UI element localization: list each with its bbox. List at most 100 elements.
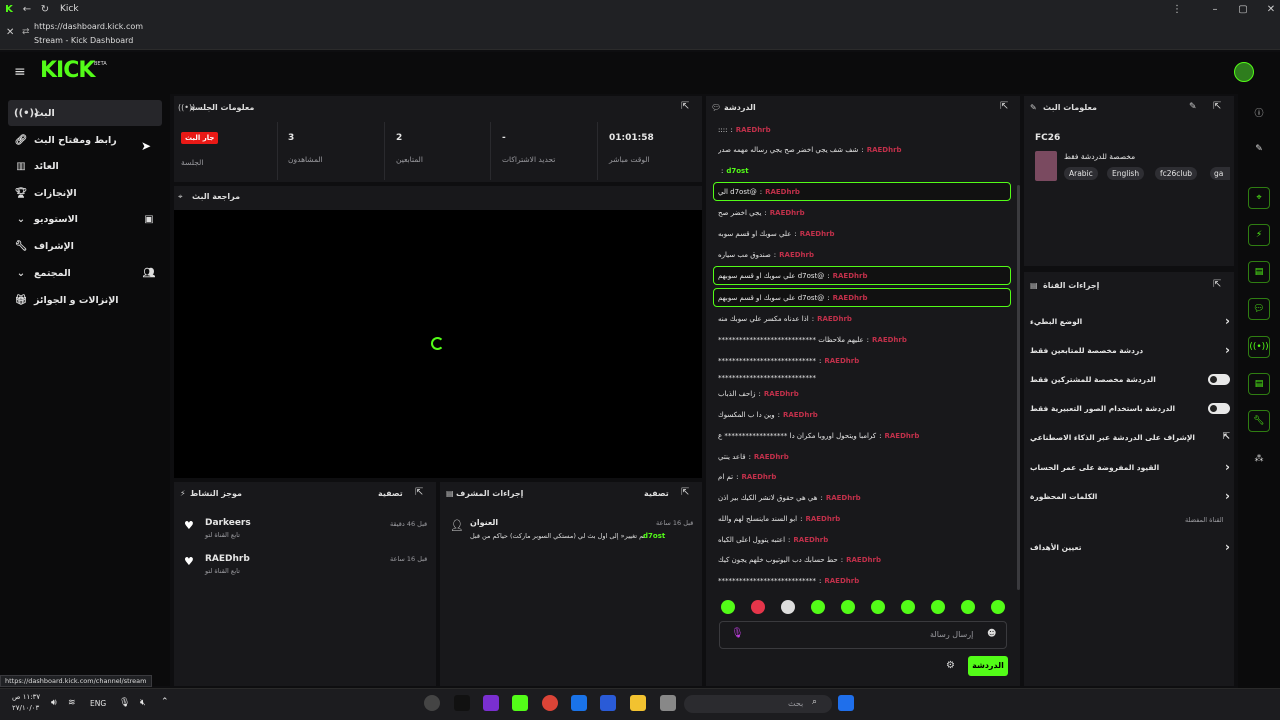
back-icon[interactable]: ← — [18, 4, 36, 15]
avatar[interactable] — [1234, 62, 1254, 82]
mic-icon[interactable]: 🎙︎ — [119, 698, 130, 708]
chat-username[interactable]: RAEDhrb — [824, 577, 859, 585]
chat-message[interactable]: RAEDhrb: زاحف الذباب — [718, 384, 1013, 403]
chat-message[interactable]: RAEDhrb::::: — [718, 120, 1013, 139]
bolt-icon[interactable]: ⚡︎ — [1248, 224, 1270, 246]
menu-dots-icon[interactable]: ⋮ — [1168, 4, 1186, 15]
send-chat-button[interactable]: الدردشة — [968, 656, 1008, 676]
info-icon[interactable]: ⓘ — [1248, 101, 1270, 123]
emote-icon[interactable] — [751, 600, 765, 614]
chevron-right-icon[interactable]: › — [1225, 343, 1230, 357]
chat-icon[interactable]: 💬︎ — [1248, 298, 1270, 320]
chat-message[interactable]: RAEDhrb: كرامبا ويتحول اوروبا مكران دا **… — [718, 426, 1013, 445]
nav-item-stream-key[interactable]: 🔗︎ رابط ومفتاح البث — [8, 127, 162, 153]
edit-icon[interactable]: ✎ — [1248, 138, 1270, 160]
toggle-switch[interactable] — [1208, 373, 1230, 385]
chat-username[interactable]: RAEDhrb — [884, 432, 919, 440]
chat-username[interactable]: RAEDhrb — [846, 556, 881, 564]
nav-item-moderation[interactable]: 🔧︎ الإشراف — [8, 233, 162, 259]
tag[interactable]: Arabic — [1064, 167, 1098, 180]
chat-username[interactable]: RAEDhrb — [833, 294, 868, 302]
chat-message[interactable]: RAEDhrb: @d7ost الي — [713, 182, 1011, 201]
windows-start-icon[interactable] — [838, 695, 854, 711]
mail-icon[interactable] — [571, 695, 587, 711]
channel-action-row[interactable]: الدردشة مخصصة للمشتركين فقط — [1030, 369, 1230, 389]
chat-message[interactable]: RAEDhrb: حط حسابك دب اليوتيوب خلهم يجون ك… — [718, 550, 1013, 569]
nav-item-revenue[interactable]: ▥ العائد — [8, 153, 162, 179]
chat-username[interactable]: RAEDhrb — [770, 209, 805, 217]
chat-message[interactable]: RAEDhrb: ابو السند ماينسلح لهم والله — [718, 509, 1013, 528]
popout-icon[interactable]: ⇱ — [415, 487, 423, 498]
emote-icon[interactable] — [811, 600, 825, 614]
popout-icon[interactable]: ⇱ — [681, 101, 689, 112]
wrench-icon[interactable]: 🔧︎ — [1248, 410, 1270, 432]
maximize-icon[interactable]: ▢ — [1234, 4, 1252, 15]
mod-item-user[interactable]: d7ost — [643, 532, 665, 540]
chat-username[interactable]: RAEDhrb — [754, 453, 789, 461]
chat-message[interactable]: RAEDhrb: اعتبه يتوول اعلى الكياه — [718, 530, 1013, 549]
nav-item-studio[interactable]: ⌄ الاستوديو ▣ — [8, 206, 162, 232]
channel-action-row[interactable]: الوضع البطيء › — [1030, 311, 1230, 331]
chat-message[interactable]: RAEDhrb: قاعد ينتي — [718, 447, 1013, 466]
chat-message[interactable]: RAEDhrb: علي سوبك او قسم سوبه — [718, 224, 1013, 243]
tag[interactable]: ga — [1210, 167, 1230, 180]
chat-username[interactable]: RAEDhrb — [764, 390, 799, 398]
taskbar-search[interactable] — [684, 695, 832, 713]
external-link-icon[interactable]: ⇱ — [1222, 432, 1230, 442]
chat-username[interactable]: RAEDhrb — [793, 536, 828, 544]
channel-action-row[interactable]: الكلمات المحظورة › — [1030, 486, 1230, 506]
chat-username[interactable]: RAEDhrb — [783, 411, 818, 419]
chat-username[interactable]: RAEDhrb — [765, 188, 800, 196]
chat-username[interactable]: RAEDhrb — [817, 315, 852, 323]
mute-icon[interactable]: 🔇︎ — [140, 698, 146, 708]
activity-user[interactable]: Darkeers — [205, 518, 251, 528]
activity-user[interactable]: RAEDhrb — [205, 554, 250, 564]
tag[interactable]: fc26club — [1155, 167, 1198, 180]
hamburger-menu-icon[interactable]: ≡ — [14, 64, 26, 80]
app-icon[interactable] — [454, 695, 470, 711]
clipboard-icon[interactable]: ▤ — [1248, 261, 1270, 283]
chat-message[interactable]: RAEDhrb: يجي اخضر صح — [718, 203, 1013, 222]
folder-icon[interactable] — [630, 695, 646, 711]
nav-item-drops[interactable]: 🎁︎ الإنزالات و الجوائز — [8, 287, 162, 313]
chat-message[interactable]: RAEDhrb: شف شف يجي اخضر صح يجي رساله مهمه… — [718, 140, 1013, 159]
preview-toggle-icon[interactable]: ⌖ — [1248, 187, 1270, 209]
search-icon[interactable]: ⌕ — [812, 697, 817, 707]
app-icon[interactable] — [660, 695, 676, 711]
wifi-icon[interactable]: ≋ — [68, 698, 76, 708]
chat-username[interactable]: RAEDhrb — [741, 473, 776, 481]
chat-message[interactable]: RAEDhrb: وين دا ب المكسوك — [718, 405, 1013, 424]
set-goals-row[interactable]: تعيين الأهداف › — [1030, 537, 1230, 557]
channel-action-row[interactable]: القيود المفروضة على عمر الحساب › — [1030, 457, 1230, 477]
emote-icon[interactable] — [931, 600, 945, 614]
chevron-up-icon[interactable]: ⌃ — [161, 697, 169, 707]
activity-filter-button[interactable]: تصفية — [378, 489, 403, 498]
chat-username[interactable]: RAEDhrb — [736, 126, 771, 134]
tag[interactable]: English — [1107, 167, 1145, 180]
app-icon[interactable] — [483, 695, 499, 711]
chat-username[interactable]: RAEDhrb — [833, 272, 868, 280]
emote-icon[interactable] — [721, 600, 735, 614]
popout-icon[interactable]: ⇱ — [1000, 101, 1008, 112]
emote-icon[interactable] — [961, 600, 975, 614]
chat-message[interactable]: RAEDhrb: @d7ost علي سوبك او قسم سوبهم — [713, 266, 1011, 285]
emote-icon[interactable] — [781, 600, 795, 614]
chat-scrollbar[interactable] — [1017, 185, 1020, 590]
chat-message[interactable]: RAEDhrb: اذا عدناه مكسر علي سوبك منه — [718, 309, 1013, 328]
chat-message[interactable]: RAEDhrb: هي هي حقوق لانشر الكيك بير اذن — [718, 488, 1013, 507]
chat-username[interactable]: RAEDhrb — [805, 515, 840, 523]
close-window-icon[interactable]: ✕ — [1262, 4, 1280, 15]
reload-icon[interactable]: ↻ — [36, 4, 54, 15]
chat-username[interactable]: RAEDhrb — [779, 251, 814, 259]
nav-item-stream[interactable]: ((•)) البث — [8, 100, 162, 126]
stream-category[interactable]: مخصصة للدردشة فقط — [1064, 152, 1135, 161]
chat-username[interactable]: RAEDhrb — [826, 494, 861, 502]
chat-message[interactable]: RAEDhrb: عليهم ملاحظات ******************… — [718, 330, 1013, 349]
chat-message[interactable]: RAEDhrb: @d7ost علي سوبك او قسم سوبهم — [713, 288, 1011, 307]
site-settings-icon[interactable]: ⇄ — [22, 27, 30, 37]
obs-icon[interactable] — [424, 695, 440, 711]
emote-icon[interactable] — [901, 600, 915, 614]
add-widget-icon[interactable]: ⁂ — [1248, 448, 1270, 470]
emote-icon[interactable] — [841, 600, 855, 614]
minimize-icon[interactable]: – — [1206, 4, 1224, 15]
